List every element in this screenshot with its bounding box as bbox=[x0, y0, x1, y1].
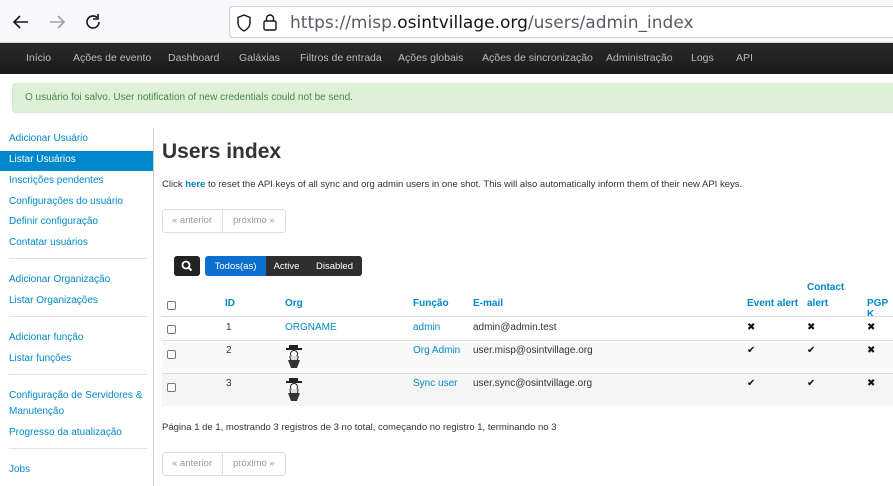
row-checkbox[interactable] bbox=[167, 383, 176, 392]
row-checkbox[interactable] bbox=[167, 325, 176, 334]
reset-api-keys-link[interactable]: here bbox=[185, 179, 205, 190]
pagination-bottom: « anterior próximo » bbox=[162, 452, 286, 476]
pager-next[interactable]: próximo » bbox=[233, 215, 275, 226]
sidebar-item-configuracoes-do-usuario[interactable]: Configurações do usuário bbox=[9, 196, 123, 207]
sidebar-divider bbox=[9, 316, 147, 317]
table-row: 1 ORGNAME admin admin@admin.test ✖ ✖ ✖ bbox=[162, 316, 893, 340]
sidebar-item-manutencao[interactable]: Manutenção bbox=[9, 406, 64, 417]
search-button[interactable] bbox=[174, 256, 200, 276]
sidebar-item-adicionar-usuario[interactable]: Adicionar Usuário bbox=[9, 133, 88, 144]
page-title: Users index bbox=[162, 140, 282, 163]
column-header-org[interactable]: Org bbox=[285, 298, 303, 309]
nav-api[interactable]: API bbox=[736, 52, 753, 64]
sidebar-item-adicionar-organizacao[interactable]: Adicionar Organização bbox=[9, 274, 110, 285]
cell-role[interactable]: Org Admin bbox=[413, 345, 460, 356]
address-bar[interactable]: https://misp.osintvillage.org/users/admi… bbox=[229, 6, 893, 38]
contact-alert-cross-icon: ✖ bbox=[807, 322, 816, 333]
column-header-id[interactable]: ID bbox=[225, 298, 235, 309]
sidebar-item-listar-usuarios[interactable]: Listar Usuários bbox=[0, 151, 153, 171]
browser-toolbar: https://misp.osintvillage.org/users/admi… bbox=[0, 0, 893, 43]
pgp-cross-icon: ✖ bbox=[867, 322, 876, 333]
nav-filtros-de-entrada[interactable]: Filtros de entrada bbox=[300, 52, 382, 64]
column-header-event-alert[interactable]: Event alert bbox=[747, 298, 798, 309]
event-alert-check-icon: ✔ bbox=[747, 378, 756, 389]
filter-active-button[interactable]: Active bbox=[266, 256, 307, 276]
forward-arrow-icon[interactable] bbox=[46, 11, 68, 33]
success-alert: O usuário foi salvo. User notification o… bbox=[12, 83, 893, 113]
sidebar-item-progresso-atualizacao[interactable]: Progresso da atualização bbox=[9, 427, 122, 438]
cell-id: 1 bbox=[226, 322, 232, 333]
event-alert-cross-icon: ✖ bbox=[747, 322, 756, 333]
sidebar-item-definir-configuracao[interactable]: Definir configuração bbox=[9, 216, 98, 227]
org-logo-icon[interactable] bbox=[285, 343, 303, 369]
event-alert-check-icon: ✔ bbox=[747, 345, 756, 356]
column-header-email[interactable]: E-mail bbox=[473, 298, 503, 309]
sidebar-divider bbox=[9, 448, 147, 449]
row-checkbox[interactable] bbox=[167, 350, 176, 359]
pager-next[interactable]: próximo » bbox=[233, 458, 275, 469]
sidebar-item-jobs[interactable]: Jobs bbox=[9, 464, 30, 475]
sidebar-divider bbox=[9, 374, 147, 375]
select-all-checkbox[interactable] bbox=[167, 301, 176, 310]
contact-alert-check-icon: ✔ bbox=[807, 345, 816, 356]
nav-galaxias[interactable]: Galáxias bbox=[239, 52, 280, 64]
contact-alert-check-icon: ✔ bbox=[807, 378, 816, 389]
column-header-role[interactable]: Função bbox=[413, 298, 449, 309]
pagination-top: « anterior próximo » bbox=[162, 209, 286, 233]
cell-org[interactable]: ORGNAME bbox=[285, 322, 337, 333]
intro-text: Click here to reset the API keys of all … bbox=[162, 179, 743, 190]
search-icon bbox=[181, 260, 193, 272]
alert-message: O usuário foi salvo. User notification o… bbox=[25, 92, 353, 103]
pagination-summary: Página 1 de 1, mostrando 3 registros de … bbox=[162, 422, 557, 433]
nav-acoes-de-evento[interactable]: Ações de evento bbox=[73, 52, 151, 64]
nav-logs[interactable]: Logs bbox=[691, 52, 714, 64]
url-text: https://misp.osintvillage.org/users/admi… bbox=[290, 13, 694, 33]
sidebar-item-adicionar-funcao[interactable]: Adicionar função bbox=[9, 332, 84, 343]
nav-acoes-de-sincronizacao[interactable]: Ações de sincronização bbox=[482, 52, 593, 64]
org-logo-icon[interactable] bbox=[285, 376, 303, 402]
nav-administracao[interactable]: Administração bbox=[606, 52, 673, 64]
nav-acoes-globais[interactable]: Ações globais bbox=[398, 52, 463, 64]
nav-dashboard[interactable]: Dashboard bbox=[168, 52, 219, 64]
pager-prev[interactable]: « anterior bbox=[172, 458, 212, 469]
sidebar-divider bbox=[9, 258, 147, 259]
table-row: 3 Sync user user.sync@osintvillage.org ✔… bbox=[162, 373, 893, 406]
sidebar-item-inscricoes-pendentes[interactable]: Inscrições pendentes bbox=[9, 175, 104, 186]
filter-disabled-button[interactable]: Disabled bbox=[307, 256, 362, 276]
nav-inicio[interactable]: Início bbox=[26, 52, 51, 64]
filter-all-button[interactable]: Todos(as) bbox=[205, 256, 266, 276]
pager-prev[interactable]: « anterior bbox=[172, 215, 212, 226]
sidebar-item-configuracao-servidores[interactable]: Configuração de Servidores & bbox=[9, 390, 142, 401]
column-header-contact-alert[interactable]: Contact alert bbox=[807, 282, 844, 315]
pgp-cross-icon: ✖ bbox=[867, 378, 876, 389]
cell-email: user.sync@osintvillage.org bbox=[473, 378, 593, 389]
reload-icon[interactable] bbox=[82, 11, 104, 33]
cell-role[interactable]: admin bbox=[413, 322, 440, 333]
sidebar-item-listar-funcoes[interactable]: Listar funções bbox=[9, 353, 71, 364]
cell-role[interactable]: Sync user bbox=[413, 378, 457, 389]
pgp-cross-icon: ✖ bbox=[867, 345, 876, 356]
sidebar-item-label: Listar Usuários bbox=[9, 154, 76, 165]
top-navigation: Início Ações de evento Dashboard Galáxia… bbox=[0, 43, 893, 74]
cell-id: 2 bbox=[226, 345, 232, 356]
sidebar-item-contatar-usuarios[interactable]: Contatar usuários bbox=[9, 237, 88, 248]
lock-icon[interactable] bbox=[262, 13, 278, 34]
cell-email: user.misp@osintvillage.org bbox=[473, 345, 593, 356]
sidebar: Adicionar Usuário Listar Usuários Inscri… bbox=[0, 129, 154, 486]
shield-icon[interactable] bbox=[236, 14, 252, 35]
back-arrow-icon[interactable] bbox=[10, 11, 32, 33]
sidebar-item-listar-organizacoes[interactable]: Listar Organizações bbox=[9, 295, 98, 306]
table-row: 2 Org Admin user.misp@osintvillage.org ✔… bbox=[162, 340, 893, 373]
cell-email: admin@admin.test bbox=[473, 322, 557, 333]
cell-id: 3 bbox=[226, 378, 232, 389]
